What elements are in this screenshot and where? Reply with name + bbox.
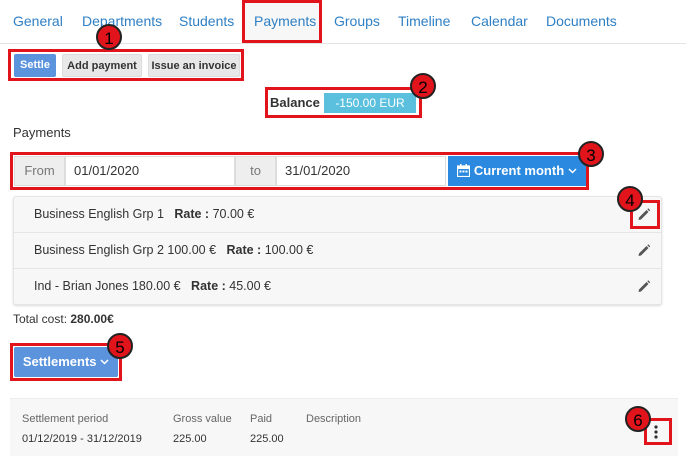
rate-value: 100.00 €	[264, 243, 314, 257]
header-description: Description	[306, 413, 362, 425]
header-settlement-period: Settlement period	[22, 413, 109, 425]
total-cost-value: 280.00€	[70, 312, 114, 326]
list-item: Ind - Brian Jones 180.00 € Rate : 45.00 …	[14, 269, 661, 304]
tab-general[interactable]: General	[13, 13, 63, 29]
rate-label: Rate :	[226, 243, 262, 257]
payments-heading: Payments	[13, 125, 71, 140]
highlight-settlements	[10, 343, 122, 381]
highlight-date-range	[10, 152, 589, 190]
settlements-panel: Settlement period Gross value Paid Descr…	[10, 398, 678, 456]
callout-2: 2	[410, 73, 436, 99]
settlement-period: 01/12/2019 - 31/12/2019	[22, 433, 142, 445]
group-name: Business English Grp 1	[34, 207, 164, 221]
tab-departments[interactable]: Departments	[82, 13, 162, 29]
tab-students[interactable]: Students	[179, 13, 234, 29]
tab-groups[interactable]: Groups	[334, 13, 380, 29]
header-gross-value: Gross value	[173, 413, 232, 425]
highlight-action-buttons	[8, 49, 244, 81]
pencil-icon[interactable]	[637, 243, 651, 257]
settlement-gross: 225.00	[173, 433, 207, 445]
total-cost: Total cost: 280.00€	[13, 312, 114, 326]
rate-label: Rate :	[191, 279, 226, 293]
group-name: Ind - Brian Jones 180.00 €	[34, 279, 181, 293]
callout-5: 5	[107, 333, 133, 359]
tab-calendar[interactable]: Calendar	[471, 13, 528, 29]
highlight-payments-tab	[242, 0, 322, 43]
callout-3: 3	[578, 141, 604, 167]
rate-value: 45.00 €	[229, 279, 271, 293]
group-rate-list: Business English Grp 1 Rate : 70.00 € Bu…	[13, 196, 662, 305]
header-paid: Paid	[250, 413, 273, 425]
callout-6: 6	[625, 406, 651, 432]
callout-4: 4	[617, 186, 643, 212]
group-name: Business English Grp 2 100.00 €	[34, 243, 217, 257]
tab-timeline[interactable]: Timeline	[398, 13, 450, 29]
settlement-paid: 225.00	[250, 433, 284, 445]
pencil-icon[interactable]	[637, 279, 651, 293]
list-item: Business English Grp 1 Rate : 70.00 €	[14, 197, 661, 233]
rate-value: 70.00 €	[212, 207, 255, 221]
list-item: Business English Grp 2 100.00 € Rate : 1…	[14, 233, 661, 269]
highlight-balance	[265, 87, 422, 118]
tab-documents[interactable]: Documents	[546, 13, 617, 29]
callout-1: 1	[96, 24, 122, 50]
rate-label: Rate :	[174, 207, 210, 221]
total-cost-label: Total cost:	[13, 312, 68, 326]
